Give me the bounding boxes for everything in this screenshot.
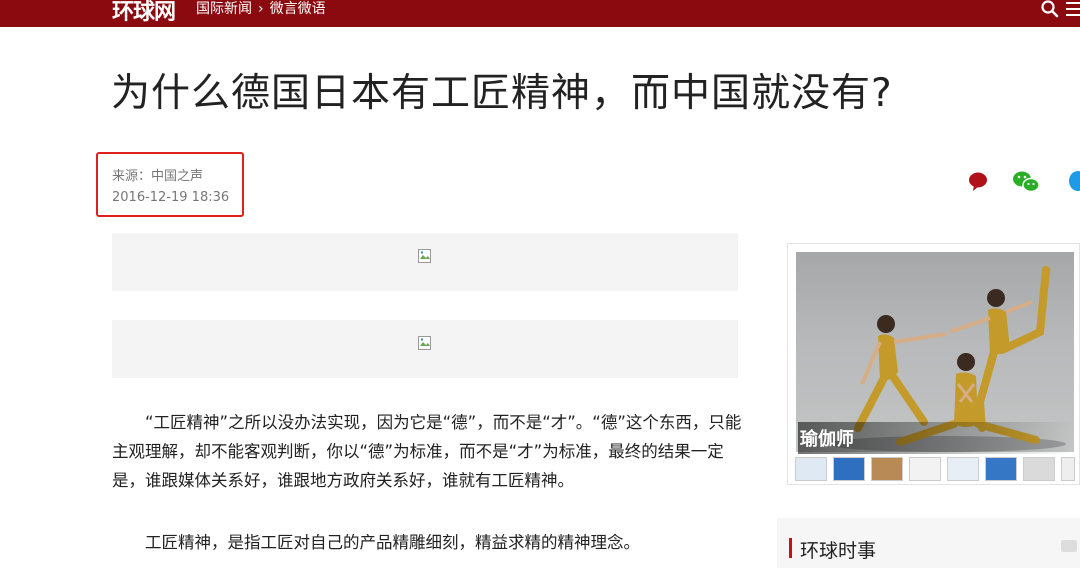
- article-image-placeholder: [112, 233, 738, 291]
- article-image-placeholder: [112, 320, 738, 378]
- wechat-icon[interactable]: [1012, 170, 1040, 194]
- feature-caption-bar: 瑜伽师: [798, 422, 1074, 454]
- broken-image-icon: [418, 336, 431, 350]
- feature-caption: 瑜伽师: [800, 429, 854, 450]
- search-icon[interactable]: [1040, 0, 1060, 18]
- menu-icon[interactable]: [1066, 2, 1080, 16]
- thumbnail[interactable]: [947, 457, 979, 481]
- article-paragraph: 工匠精神，是指工匠对自己的产品精雕细刻，精益求精的精神理念。: [145, 533, 640, 552]
- thumbnail[interactable]: [1023, 457, 1055, 481]
- highlight-annotation-box: [96, 152, 244, 217]
- breadcrumb-item-weiyan[interactable]: 微言微语: [270, 1, 326, 17]
- article-title: 为什么德国日本有工匠精神，而中国就没有?: [111, 71, 893, 116]
- comment-icon[interactable]: [966, 170, 990, 194]
- thumbnail[interactable]: [833, 457, 865, 481]
- breadcrumb-separator: ›: [258, 1, 264, 17]
- thumbnail[interactable]: [1061, 457, 1075, 481]
- thumbnail[interactable]: [985, 457, 1017, 481]
- more-icon[interactable]: [1061, 540, 1077, 552]
- thumbnail[interactable]: [795, 457, 827, 481]
- breadcrumb: 国际新闻 › 微言微语: [196, 0, 326, 18]
- section-title[interactable]: 环球时事: [800, 536, 876, 563]
- thumbnail[interactable]: [871, 457, 903, 481]
- section-accent-bar: [789, 538, 792, 558]
- article-paragraph: “工匠精神”之所以没办法实现，因为它是“德”，而不是“才”。“德”这个东西，只能…: [112, 413, 742, 490]
- top-nav-bar: 环球网 国际新闻 › 微言微语: [0, 0, 1080, 27]
- breadcrumb-item-international-news[interactable]: 国际新闻: [196, 1, 252, 17]
- broken-image-icon: [418, 249, 431, 263]
- qq-icon[interactable]: [1066, 170, 1080, 194]
- sidebar-news-section: 环球时事: [777, 518, 1080, 568]
- thumbnail-strip: [795, 457, 1075, 481]
- thumbnail[interactable]: [909, 457, 941, 481]
- site-logo[interactable]: 环球网: [112, 0, 176, 26]
